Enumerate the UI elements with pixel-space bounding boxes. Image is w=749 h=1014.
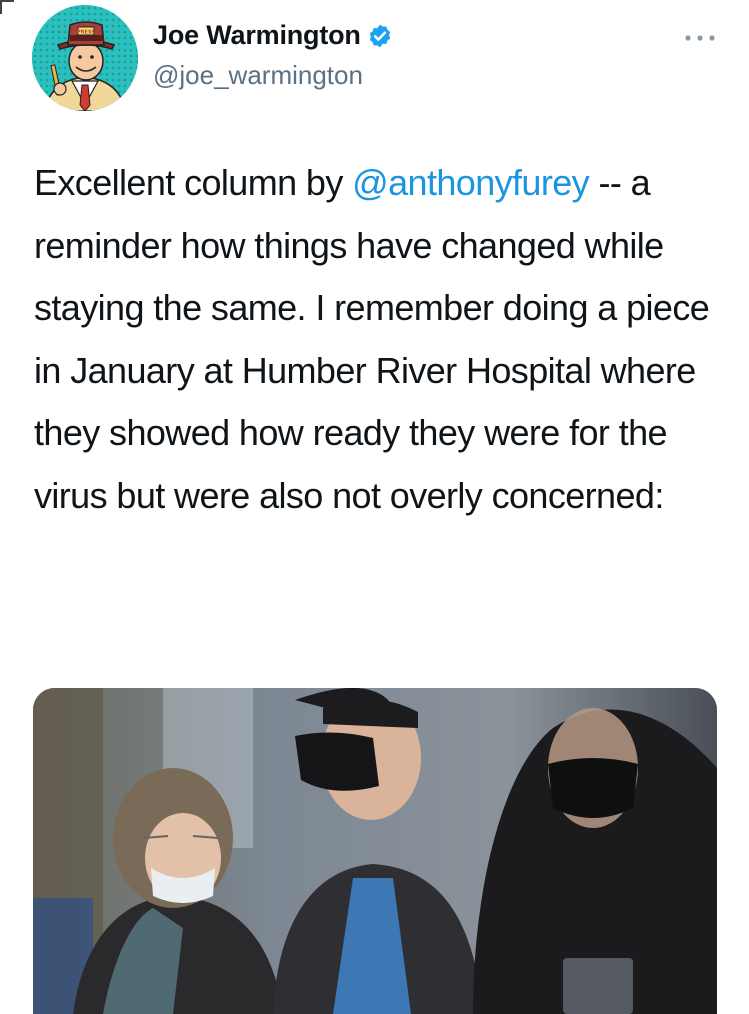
photo-people-masks [33, 688, 717, 1014]
avatar-illustration: PRESS [32, 5, 138, 111]
tweet-text: Excellent column by @anthonyfurey -- a r… [34, 152, 724, 527]
tweet-media-photo[interactable] [33, 688, 717, 1014]
verified-badge-icon [369, 24, 390, 47]
author-handle[interactable]: @joe_warmington [153, 60, 363, 91]
avatar-press-badge: PRESS [77, 30, 95, 36]
author-name-row[interactable]: Joe Warmington [153, 20, 393, 51]
author-display-name[interactable]: Joe Warmington [153, 20, 361, 51]
mention-link[interactable]: @anthonyfurey [352, 162, 589, 203]
ellipsis-icon[interactable] [680, 26, 720, 50]
corner-notch-icon [0, 0, 14, 14]
tweet-text-intro: Excellent column by [34, 162, 353, 203]
author-avatar[interactable]: PRESS [32, 5, 138, 111]
tweet-text-body: -- a reminder how things have changed wh… [34, 162, 710, 516]
